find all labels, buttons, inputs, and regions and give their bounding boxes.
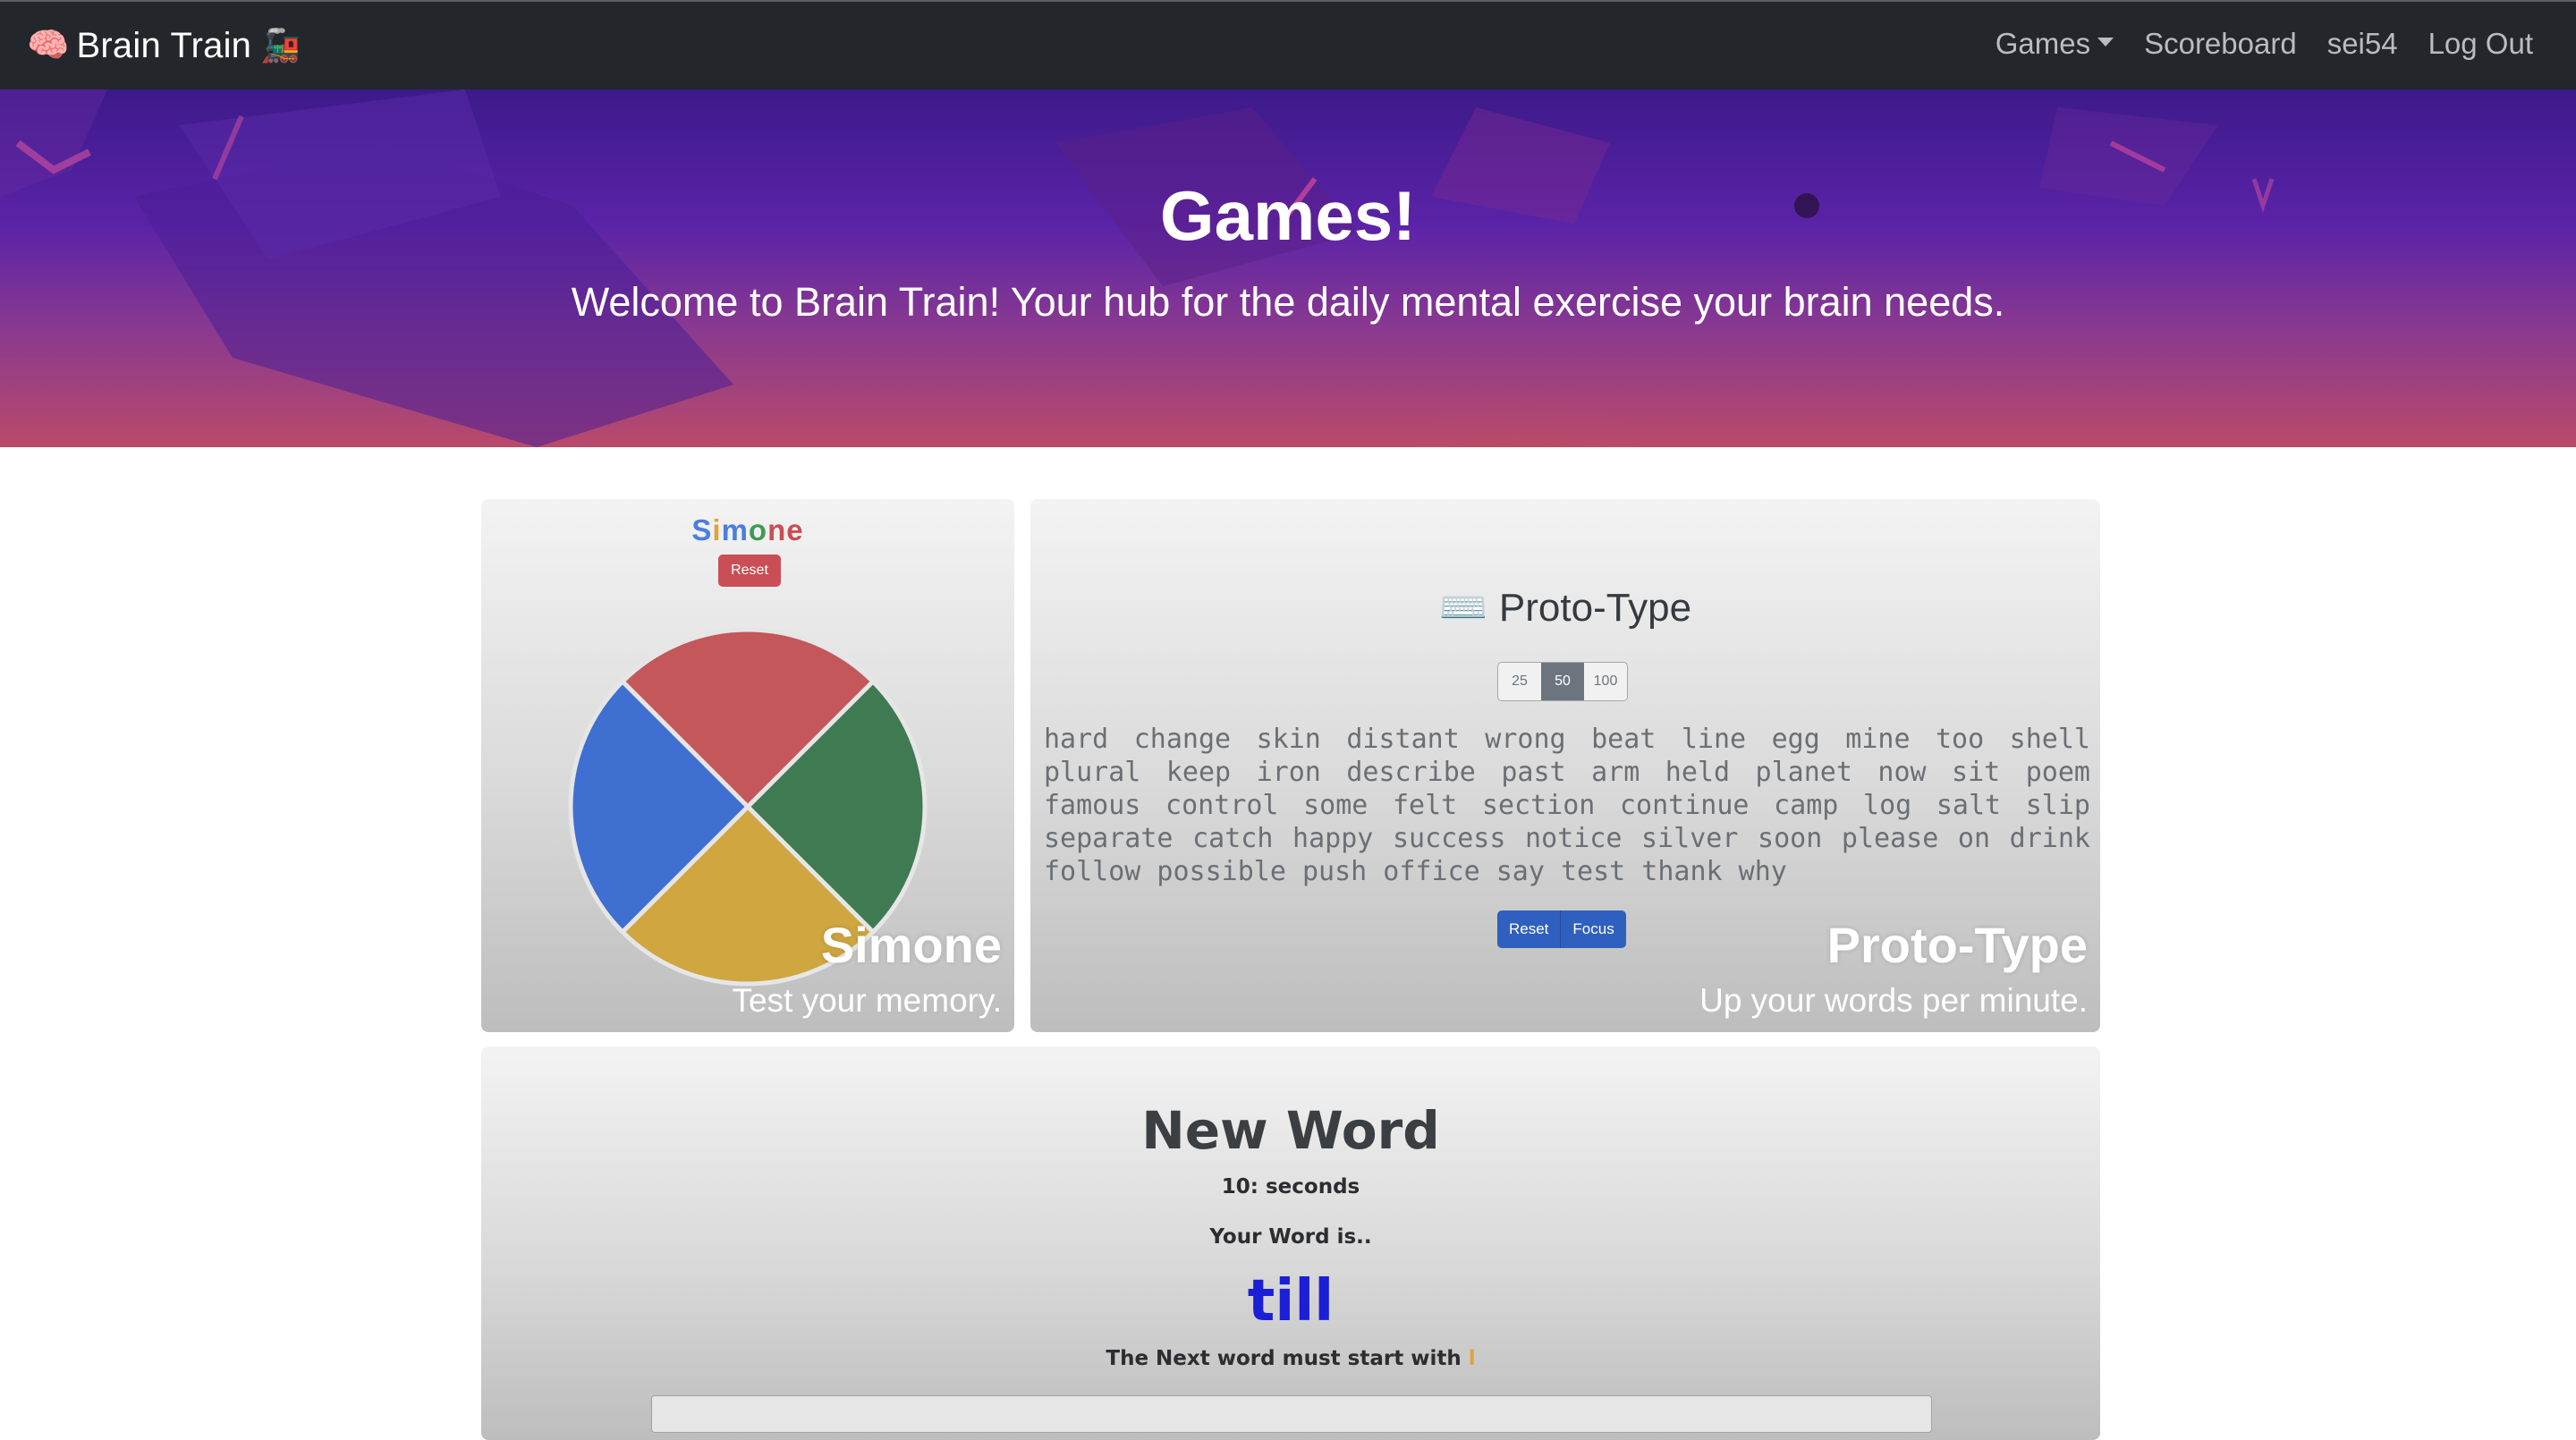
simone-card-subtitle: Test your memory. [732, 982, 1002, 1019]
simone-game-title: Simone [481, 513, 1014, 547]
brand-name: Brain Train [76, 25, 252, 65]
scoreboard-link[interactable]: Scoreboard [2144, 27, 2297, 61]
top-navbar: 🧠 Brain Train 🚂 Games Scoreboard sei54 L… [0, 0, 2576, 89]
user-link[interactable]: sei54 [2327, 27, 2398, 61]
proto-type-card-title: Proto-Type [1826, 917, 2088, 973]
proto-type-controls: Reset Focus [1497, 911, 1626, 948]
hero-title: Games! [1159, 176, 1417, 255]
hero-background-art [0, 89, 2275, 447]
proto-type-heading-text: Proto-Type [1498, 586, 1692, 630]
simone-reset-button[interactable]: Reset [718, 555, 781, 587]
nav-links: Games Scoreboard sei54 Log Out [1996, 27, 2533, 61]
typing-words-text: hard change skin distant wrong beat line… [1044, 724, 2090, 887]
brand-link[interactable]: 🧠 Brain Train 🚂 [27, 25, 301, 66]
simone-title-letter: i [712, 513, 722, 546]
proto-type-heading: ⌨️ Proto-Type [1030, 584, 2100, 631]
word-count-100-button[interactable]: 100 [1584, 663, 1627, 700]
logout-link[interactable]: Log Out [2428, 27, 2533, 61]
new-word-title: New Word [1141, 1100, 1440, 1161]
brain-icon: 🧠 [27, 27, 70, 64]
hero-banner: Games! Welcome to Brain Train! Your hub … [0, 89, 2576, 447]
next-word-rule-text: The Next word must start with [1106, 1347, 1469, 1370]
current-word: till [1247, 1268, 1335, 1334]
proto-reset-button[interactable]: Reset [1497, 911, 1560, 948]
games-dropdown-label: Games [1995, 27, 2091, 60]
simone-card[interactable]: Simone Reset Simone Test your memory. [481, 499, 1014, 1032]
next-word-letter: l [1468, 1347, 1476, 1370]
word-count-50-button[interactable]: 50 [1541, 663, 1584, 700]
keyboard-icon: ⌨️ [1438, 586, 1488, 630]
hero-subtitle: Welcome to Brain Train! Your hub for the… [571, 279, 2005, 325]
proto-type-card-subtitle: Up your words per minute. [1699, 982, 2088, 1019]
simone-title-letter: m [721, 513, 749, 546]
proto-type-card[interactable]: ⌨️ Proto-Type 25 50 100 hard change skin… [1030, 499, 2100, 1032]
new-word-card[interactable]: New Word 10: seconds Your Word is.. till… [481, 1046, 2100, 1440]
countdown-timer: 10: seconds [1221, 1175, 1360, 1199]
simone-title-letter: n [767, 513, 787, 546]
word-prompt: Your Word is.. [1209, 1225, 1372, 1249]
simone-card-title: Simone [820, 917, 1002, 973]
train-icon: 🚂 [260, 27, 301, 64]
caret-down-icon [2097, 38, 2114, 47]
word-count-selector: 25 50 100 [1497, 662, 1628, 701]
next-word-rule: The Next word must start with l [481, 1347, 2100, 1370]
simone-title-letter: e [786, 513, 804, 546]
new-word-input[interactable] [651, 1395, 1932, 1433]
proto-focus-button[interactable]: Focus [1560, 911, 1625, 948]
games-dropdown[interactable]: Games [1996, 27, 2114, 61]
simone-title-letter: S [691, 513, 713, 546]
simone-title-letter: o [748, 513, 768, 546]
word-count-25-button[interactable]: 25 [1498, 663, 1541, 700]
